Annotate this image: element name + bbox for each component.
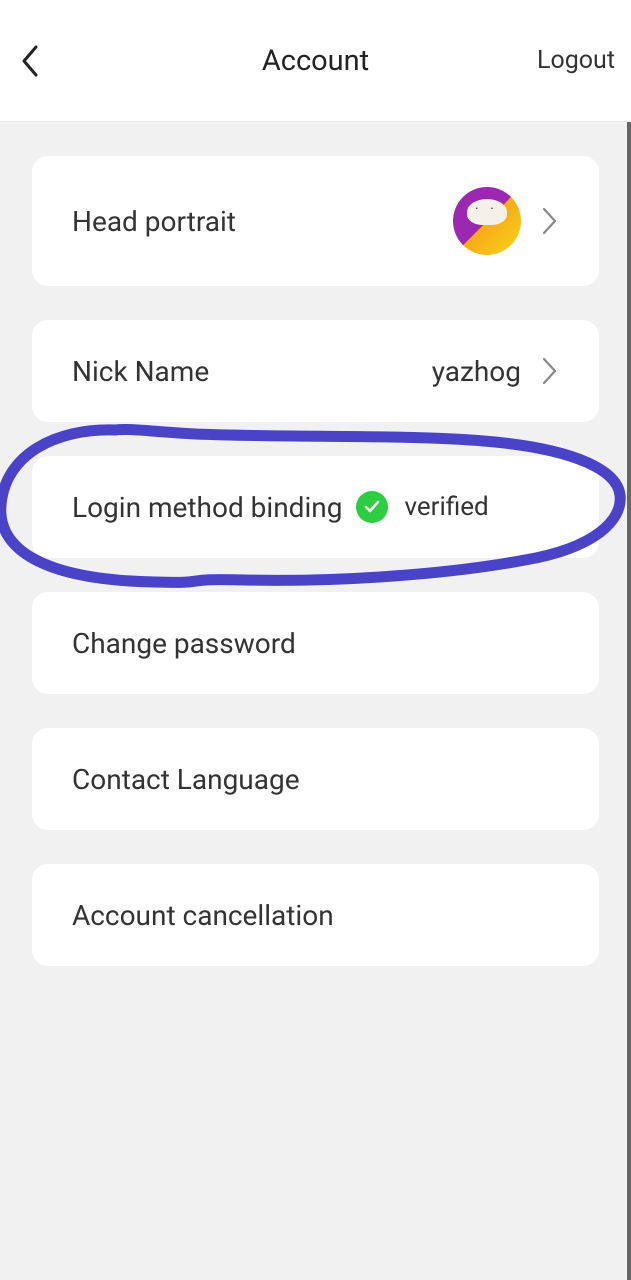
login-binding-item[interactable]: Login method binding verified (32, 456, 599, 558)
nick-name-right: yazhog (432, 355, 559, 388)
account-cancellation-item[interactable]: Account cancellation (32, 864, 599, 966)
head-portrait-right (453, 187, 559, 255)
header-bar: Account Logout (0, 0, 631, 122)
nick-name-label: Nick Name (72, 355, 209, 388)
logout-button[interactable]: Logout (537, 46, 615, 75)
account-cancellation-label: Account cancellation (72, 899, 334, 932)
change-password-item[interactable]: Change password (32, 592, 599, 694)
nick-name-value: yazhog (432, 355, 521, 388)
change-password-label: Change password (72, 627, 296, 660)
avatar (453, 187, 521, 255)
head-portrait-item[interactable]: Head portrait (32, 156, 599, 286)
settings-list: Head portrait Nick Name yazhog Login met… (0, 122, 631, 966)
head-portrait-label: Head portrait (72, 205, 236, 238)
screen-edge (627, 0, 631, 1280)
verified-status: verified (404, 492, 488, 522)
contact-language-item[interactable]: Contact Language (32, 728, 599, 830)
page-title: Account (262, 44, 369, 78)
login-binding-content: Login method binding verified (72, 491, 559, 524)
chevron-right-icon (541, 206, 559, 236)
verified-icon (356, 491, 388, 523)
contact-language-label: Contact Language (72, 763, 300, 796)
nick-name-item[interactable]: Nick Name yazhog (32, 320, 599, 422)
chevron-left-icon (20, 43, 40, 79)
back-button[interactable] (20, 39, 52, 83)
login-binding-label: Login method binding (72, 491, 342, 524)
chevron-right-icon (541, 356, 559, 386)
